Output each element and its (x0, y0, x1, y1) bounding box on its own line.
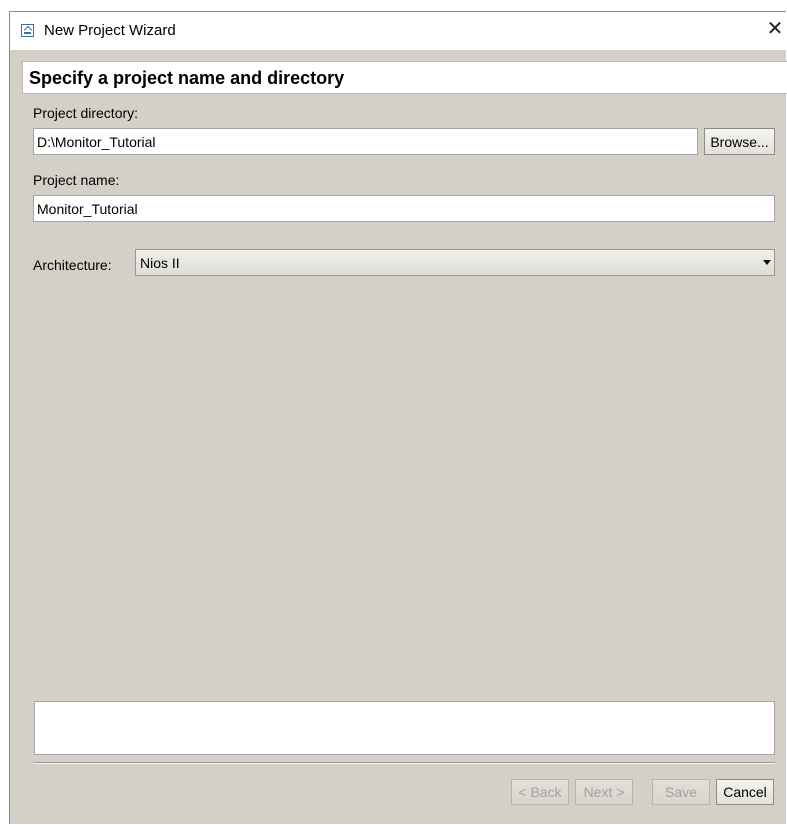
browse-button[interactable]: Browse... (704, 128, 775, 155)
wizard-app-icon (21, 24, 34, 37)
project-name-input[interactable] (33, 195, 775, 222)
architecture-label: Architecture: (33, 257, 112, 273)
cancel-button[interactable]: Cancel (716, 779, 774, 805)
project-directory-label: Project directory: (33, 105, 139, 121)
architecture-selected-value: Nios II (140, 255, 180, 271)
message-area (34, 701, 775, 755)
new-project-wizard-window: New Project Wizard ✕ Specify a project n… (9, 11, 787, 824)
chevron-down-icon[interactable] (763, 260, 771, 265)
window-title: New Project Wizard (44, 22, 176, 39)
title-bar[interactable]: New Project Wizard ✕ (10, 12, 786, 50)
architecture-select[interactable]: Nios II (135, 249, 775, 276)
back-button[interactable]: < Back (511, 779, 569, 805)
page-banner: Specify a project name and directory (22, 61, 787, 94)
page-title: Specify a project name and directory (29, 68, 345, 88)
footer-separator (34, 762, 775, 764)
project-name-label: Project name: (33, 172, 120, 188)
next-button[interactable]: Next > (575, 779, 633, 805)
close-icon[interactable]: ✕ (764, 18, 786, 42)
save-button[interactable]: Save (652, 779, 710, 805)
project-directory-input[interactable] (33, 128, 698, 155)
